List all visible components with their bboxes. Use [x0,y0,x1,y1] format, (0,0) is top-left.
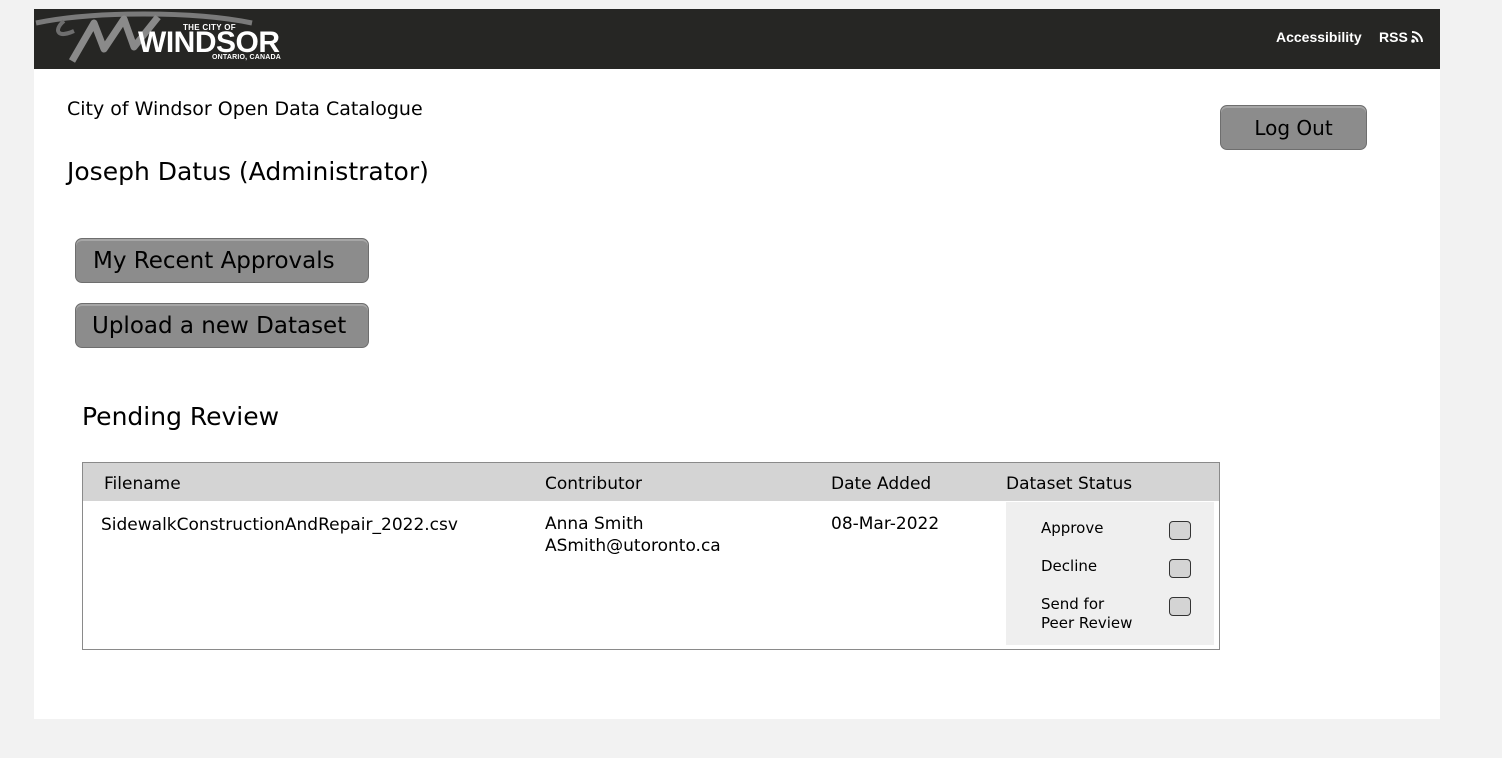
recent-approvals-button[interactable]: My Recent Approvals [75,238,369,283]
city-logo[interactable]: THE CITY OF WINDSOR ONTARIO, CANADA [34,9,304,69]
column-header-dataset-status: Dataset Status [1006,474,1133,494]
rss-label: RSS [1379,29,1408,45]
approve-label: Approve [1041,519,1104,537]
contributor-email-cell: ASmith@utoronto.ca [545,536,721,556]
filename-cell: SidewalkConstructionAndRepair_2022.csv [101,515,458,535]
upload-dataset-button[interactable]: Upload a new Dataset [75,303,369,348]
table-header-row: Filename Contributor Date Added Dataset … [83,463,1219,501]
peer-review-label: Peer Review [1041,614,1133,632]
accessibility-link[interactable]: Accessibility [1276,29,1362,45]
logout-button[interactable]: Log Out [1220,105,1367,150]
approve-checkbox[interactable] [1169,521,1191,540]
dataset-status-panel: Approve Decline Send for Peer Review [1006,502,1214,645]
catalogue-title: City of Windsor Open Data Catalogue [67,98,423,120]
column-header-date-added: Date Added [831,474,932,494]
rss-icon [1410,31,1423,43]
date-added-cell: 08-Mar-2022 [831,514,940,534]
contributor-name-cell: Anna Smith [545,514,644,534]
page-container: THE CITY OF WINDSOR ONTARIO, CANADA Acce… [34,9,1440,719]
pending-review-title: Pending Review [82,402,280,431]
column-header-contributor: Contributor [545,474,643,494]
peer-review-checkbox[interactable] [1169,597,1191,616]
column-header-filename: Filename [104,474,181,494]
pending-review-table: Filename Contributor Date Added Dataset … [82,462,1220,650]
decline-label: Decline [1041,557,1098,575]
rss-link[interactable]: RSS [1379,29,1424,45]
send-for-label: Send for [1041,595,1105,613]
decline-checkbox[interactable] [1169,559,1191,578]
logo-sub-text: ONTARIO, CANADA [212,54,281,61]
top-bar: THE CITY OF WINDSOR ONTARIO, CANADA Acce… [34,9,1440,69]
user-name-heading: Joseph Datus (Administrator) [67,157,429,186]
